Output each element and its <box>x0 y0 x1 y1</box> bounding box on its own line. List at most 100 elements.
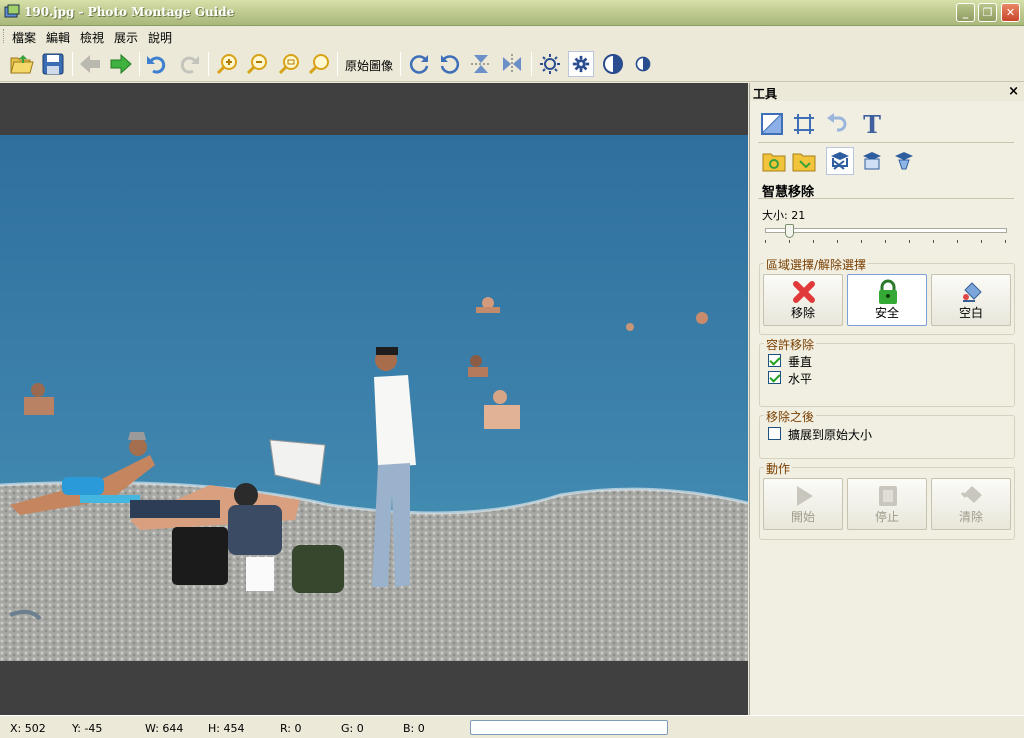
slider-tick <box>1005 240 1006 243</box>
stop-label: 停止 <box>874 510 899 524</box>
status-x: X: 502 <box>10 722 46 735</box>
status-bar: X: 502 Y: -45 W: 644 H: 454 R: 0 G: 0 B:… <box>0 715 1024 738</box>
slider-tick <box>813 240 814 243</box>
menu-grip <box>3 29 6 43</box>
action-group: 動作 開始 停止 清除 <box>759 460 1015 540</box>
undo-icon[interactable] <box>144 51 170 77</box>
half-contrast-icon[interactable] <box>630 51 656 77</box>
zoom-actual-icon[interactable] <box>306 51 332 77</box>
progress-bar <box>470 720 668 735</box>
brightness-icon[interactable] <box>537 51 563 77</box>
back-arrow-icon[interactable] <box>77 51 103 77</box>
status-height: H: 454 <box>208 722 245 735</box>
image-folder-icon[interactable] <box>790 147 818 175</box>
region-group-label: 區域選擇/解除選擇 <box>764 256 869 273</box>
safe-button[interactable]: 安全 <box>847 274 927 326</box>
slider-tick <box>957 240 958 243</box>
clear-eraser-icon <box>960 486 982 503</box>
app-icon <box>4 4 20 18</box>
menu-edit[interactable]: 編輯 <box>46 29 70 46</box>
horizontal-label: 水平 <box>788 372 813 386</box>
image-canvas[interactable] <box>0 83 748 715</box>
tolerance-group-label: 容許移除 <box>764 336 817 353</box>
slider-tick <box>789 240 790 243</box>
size-label: 大小: 21 <box>762 209 806 222</box>
flip-vertical-icon[interactable] <box>468 51 494 77</box>
vertical-checkbox[interactable] <box>768 354 781 367</box>
panel-close-icon[interactable]: × <box>1008 84 1019 99</box>
size-slider-thumb[interactable] <box>785 224 795 238</box>
window-title: 190.jpg - Photo Montage Guide <box>24 5 235 19</box>
slider-tick <box>861 240 862 243</box>
play-icon <box>797 486 813 506</box>
text-tool-icon[interactable]: T <box>858 110 886 139</box>
menu-file[interactable]: 檔案 <box>12 29 36 46</box>
slider-tick <box>837 240 838 243</box>
after-remove-group-label: 移除之後 <box>764 408 817 425</box>
status-blue: B: 0 <box>403 722 425 735</box>
status-green: G: 0 <box>341 722 364 735</box>
open-folder-icon[interactable] <box>9 51 35 77</box>
menu-help[interactable]: 說明 <box>148 29 172 46</box>
clear-button[interactable]: 清除 <box>931 478 1011 530</box>
resize-tool-icon[interactable] <box>758 110 786 138</box>
vertical-label: 垂直 <box>788 355 813 369</box>
menu-view[interactable]: 檢視 <box>80 29 104 46</box>
tolerance-group: 容許移除 垂直 水平 <box>759 336 1015 407</box>
eraser-icon <box>963 282 982 302</box>
red-x-icon <box>793 281 815 303</box>
stop-button[interactable]: 停止 <box>847 478 927 530</box>
panel-title: 工具 <box>753 87 778 101</box>
forward-arrow-icon[interactable] <box>108 51 134 77</box>
blank-button[interactable]: 空白 <box>931 274 1011 326</box>
blank-label: 空白 <box>958 306 983 320</box>
expand-original-label: 擴展到原始大小 <box>788 428 873 442</box>
zoom-in-icon[interactable] <box>214 51 240 77</box>
beach-photo[interactable] <box>0 135 748 661</box>
smart-fill-icon[interactable] <box>890 147 918 175</box>
undo-tool-icon[interactable] <box>822 110 850 138</box>
status-y: Y: -45 <box>72 722 103 735</box>
slider-tick <box>885 240 886 243</box>
size-slider-track[interactable] <box>765 228 1007 233</box>
clear-label: 清除 <box>958 510 983 524</box>
zoom-out-icon[interactable] <box>244 51 270 77</box>
toolbar: 原始圖像 <box>0 46 1024 82</box>
panel-header: 工具 × <box>750 83 1024 101</box>
remove-label: 移除 <box>790 306 815 320</box>
slider-tick <box>981 240 982 243</box>
expand-original-checkbox[interactable] <box>768 427 781 440</box>
region-group: 區域選擇/解除選擇 移除 安全 空白 <box>759 256 1015 335</box>
slider-tick <box>765 240 766 243</box>
start-button[interactable]: 開始 <box>763 478 843 530</box>
status-red: R: 0 <box>280 722 302 735</box>
close-button[interactable]: ✕ <box>1001 3 1020 22</box>
rotate-left-icon[interactable] <box>437 51 463 77</box>
contrast-icon[interactable] <box>600 51 626 77</box>
tool-panel: 工具 × T 智慧移除 大小: 21 區域選擇/解除選擇 移除 安全 空白 容許… <box>749 83 1024 715</box>
safe-label: 安全 <box>874 306 899 320</box>
crop-tool-icon[interactable] <box>790 110 818 138</box>
start-label: 開始 <box>790 510 815 524</box>
original-image-button[interactable]: 原始圖像 <box>345 57 393 74</box>
stop-icon <box>879 486 897 506</box>
save-icon[interactable] <box>40 51 66 77</box>
zoom-fit-icon[interactable] <box>276 51 302 77</box>
maximize-button[interactable]: ❐ <box>978 3 997 22</box>
title-bar: 190.jpg - Photo Montage Guide _ ❐ ✕ <box>0 0 1024 26</box>
action-group-label: 動作 <box>764 460 793 477</box>
rotate-right-icon[interactable] <box>406 51 432 77</box>
after-remove-group: 移除之後 擴展到原始大小 <box>759 408 1015 459</box>
flip-horizontal-icon[interactable] <box>499 51 525 77</box>
smart-remove-icon[interactable] <box>826 147 854 175</box>
minimize-button[interactable]: _ <box>956 3 975 22</box>
horizontal-checkbox[interactable] <box>768 371 781 384</box>
remove-button[interactable]: 移除 <box>763 274 843 326</box>
refresh-folder-icon[interactable] <box>760 147 788 175</box>
redo-icon[interactable] <box>176 51 202 77</box>
slider-tick <box>909 240 910 243</box>
menu-show[interactable]: 展示 <box>114 29 138 46</box>
slider-tick <box>933 240 934 243</box>
smart-keep-icon[interactable] <box>858 147 886 175</box>
settings-gear-icon[interactable] <box>568 51 594 77</box>
